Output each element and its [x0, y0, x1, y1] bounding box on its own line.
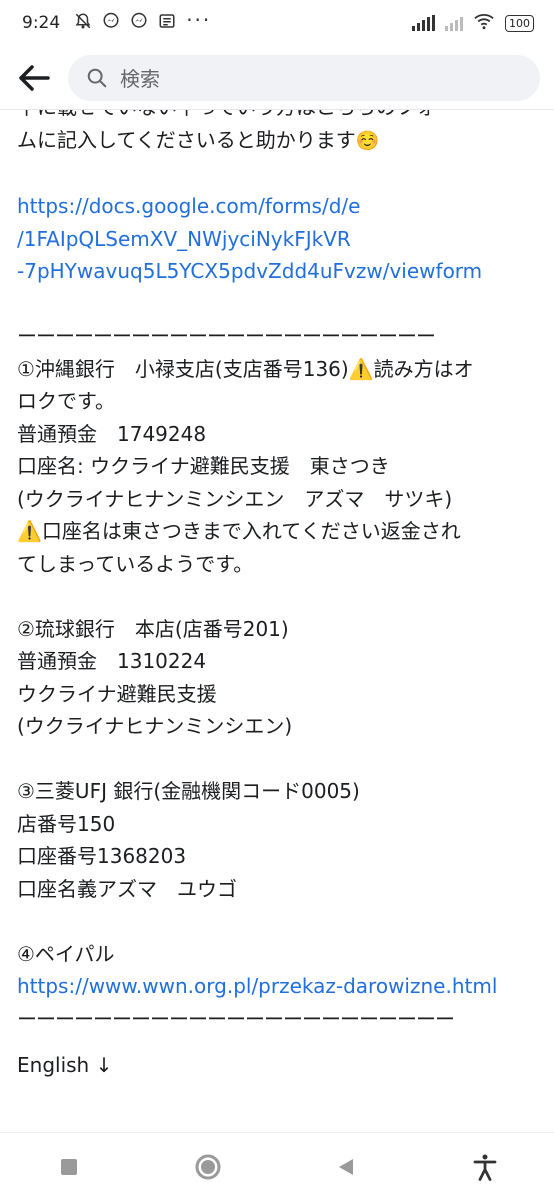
bank1-title: ①沖縄銀行 小禄支店(支店番号136) [17, 356, 349, 381]
bell-off-icon [74, 12, 92, 34]
warning-icon: ⚠️ [17, 519, 42, 543]
bank2-title: ②琉球銀行 本店(店番号201) [17, 616, 289, 641]
warning-icon: ⚠️ [348, 356, 374, 381]
divider: ーーーーーーーーーーーーーーーーーーーーーー [17, 324, 436, 348]
bank1-title-cont: ロクです。 [17, 389, 115, 413]
bank3-title: ③三菱UFJ 銀行(金融機関コード0005) [17, 779, 360, 803]
status-time: 9:24 [22, 13, 61, 33]
battery-icon: 100 [505, 14, 534, 32]
smile-emoji-icon: ☺️ [355, 130, 380, 152]
messenger-icon [102, 12, 120, 34]
nav-square-icon [61, 1159, 78, 1175]
bank2-block: ②琉球銀行 本店(店番号201) 普通預金 1310224 ウクライナ避難民支援… [17, 613, 537, 743]
bank1-account: 普通預金 1749248 [17, 421, 207, 446]
nav-circle-icon [195, 1154, 221, 1180]
wifi-icon [473, 12, 495, 35]
bank3-name: 口座名義アズマ ユウゴ [17, 876, 237, 901]
nav-back-triangle-icon [339, 1159, 354, 1175]
divider: ーーーーーーーーーーーーーーーーーーーーーーー [17, 1006, 455, 1031]
accessibility-button[interactable] [455, 1137, 515, 1197]
signal-icon [412, 15, 435, 31]
bank1-block: ①沖縄銀行 小禄支店(支店番号136)⚠️読み方はオ ロクです。 普通預金 17… [17, 353, 537, 581]
messenger-icon [130, 12, 148, 34]
paypal-link[interactable]: https://www.wwn.org.pl/przekaz-darowizne… [17, 974, 497, 998]
search-placeholder: 検索 [120, 67, 160, 91]
bank1-warning-cont: てしまっているようです。 [17, 551, 254, 576]
post-content: 下に載せていない下っていう方はこちらのフォ ムに記入してくださいると助かります☺… [17, 110, 537, 1130]
bank3-account: 口座番号1368203 [17, 844, 187, 868]
english-label: English ↓ [17, 1053, 113, 1077]
bank2-kana: (ウクライナヒナンミンシエン) [17, 714, 293, 738]
recents-button[interactable] [39, 1137, 99, 1197]
search-icon [86, 67, 108, 89]
bank3-branch: 店番号150 [17, 811, 116, 836]
bank1-name: 口座名: ウクライナ避難民支援 東さつき [17, 454, 390, 478]
home-button[interactable] [178, 1137, 238, 1197]
news-icon [158, 12, 176, 34]
signal-icon [445, 15, 463, 31]
back-arrow-icon [19, 64, 50, 91]
paypal-title: ④ペイパル [17, 941, 115, 966]
more-icon: ··· [186, 8, 212, 32]
system-back-button[interactable] [316, 1137, 376, 1197]
bank2-name: ウクライナ避難民支援 [17, 681, 217, 706]
bank3-block: ③三菱UFJ 銀行(金融機関コード0005) 店番号150 口座番号136820… [17, 775, 537, 905]
bank1-warning: 口座名は東さつきまで入れてください返金され [41, 519, 461, 543]
status-bar: 9:24 ··· 100 [0, 0, 554, 46]
form-link[interactable]: https://docs.google.com/forms/d/e /1FAIp… [17, 190, 537, 288]
search-input[interactable]: 検索 [68, 54, 540, 101]
accessibility-icon [473, 1154, 497, 1181]
back-button[interactable] [14, 58, 54, 98]
bank1-kana: (ウクライナヒナンミンシエン アズマ サツキ) [17, 486, 453, 511]
intro-text: ムに記入してくださいると助かります☺️ [17, 128, 380, 152]
paypal-block: ④ペイパル https://www.wwn.org.pl/przekaz-dar… [17, 938, 537, 1003]
bank2-account: 普通預金 1310224 [17, 649, 207, 673]
cut-top-line: 下に載せていない下っていう方はこちらのフォ [17, 110, 537, 124]
top-bar: 検索 [0, 46, 554, 110]
system-nav-bar [0, 1132, 554, 1201]
